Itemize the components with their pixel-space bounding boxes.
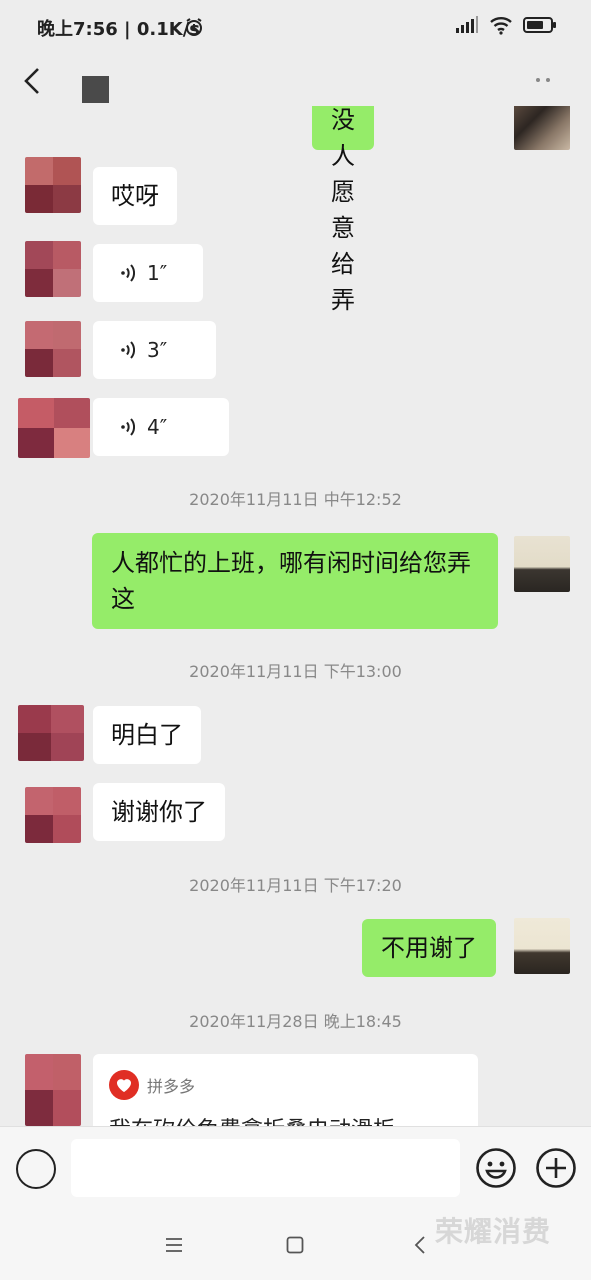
timestamp: 2020年11月11日 中午12:52	[189, 490, 402, 509]
home-icon	[286, 1236, 304, 1254]
system-nav-bar: 荣耀消费	[0, 1210, 591, 1280]
watermark: 荣耀消费	[434, 1215, 551, 1248]
emoji-button[interactable]	[475, 1147, 517, 1189]
voice-toggle-icon[interactable]	[16, 1149, 56, 1189]
chevron-left-icon	[24, 68, 39, 94]
avatar[interactable]	[18, 398, 90, 458]
card-app: 拼多多	[109, 1070, 195, 1100]
avatar[interactable]	[25, 787, 81, 843]
battery-icon	[523, 16, 557, 38]
pinduoduo-logo-icon	[109, 1070, 139, 1100]
signal-icon	[455, 16, 479, 38]
menu-button[interactable]	[159, 1230, 189, 1260]
avatar[interactable]	[25, 241, 81, 297]
back-button[interactable]	[14, 60, 50, 102]
voice-duration: 3″	[147, 338, 168, 362]
avatar[interactable]	[18, 705, 84, 761]
voice-duration: 1″	[147, 261, 168, 285]
avatar[interactable]	[514, 536, 570, 592]
system-back-button[interactable]	[405, 1230, 435, 1260]
voice-wave-icon	[121, 418, 135, 436]
more-dots-icon	[536, 78, 540, 82]
menu-icon	[166, 1238, 182, 1252]
message-input[interactable]	[71, 1139, 460, 1197]
avatar[interactable]	[514, 918, 570, 974]
alarm-icon	[184, 17, 204, 41]
message-bubble[interactable]: 哎呀	[93, 167, 177, 225]
home-button[interactable]	[280, 1230, 310, 1260]
avatar[interactable]	[25, 1054, 81, 1126]
message-bubble[interactable]: 人都忙的上班，哪有闲时间给您弄这	[92, 533, 498, 629]
card-app-name: 拼多多	[147, 1077, 196, 1096]
back-icon	[414, 1236, 425, 1254]
input-bar	[0, 1126, 591, 1210]
more-button[interactable]	[528, 70, 558, 90]
emoji-icon	[476, 1148, 516, 1188]
wifi-icon	[489, 15, 513, 39]
voice-wave-icon	[121, 264, 135, 282]
message-bubble[interactable]: 不用谢了	[362, 919, 496, 977]
avatar[interactable]	[25, 321, 81, 377]
status-time: 晚上7:56 | 0.1K/s	[37, 19, 201, 40]
plus-icon	[536, 1148, 576, 1188]
message-bubble[interactable]: 谢谢你了	[93, 783, 225, 841]
timestamp: 2020年11月11日 下午13:00	[189, 662, 402, 681]
plus-button[interactable]	[535, 1147, 577, 1189]
status-bar: 晚上7:56 | 0.1K/s	[0, 0, 591, 56]
voice-message[interactable]: 3″	[93, 321, 216, 379]
timestamp: 2020年11月28日 晚上18:45	[189, 1012, 402, 1031]
avatar[interactable]	[25, 157, 81, 213]
chat-title	[82, 76, 109, 103]
message-bubble[interactable]: 明白了	[93, 706, 201, 764]
timestamp: 2020年11月11日 下午17:20	[189, 876, 402, 895]
voice-message[interactable]: 4″	[93, 398, 229, 456]
voice-message[interactable]: 1″	[93, 244, 203, 302]
voice-wave-icon	[121, 341, 135, 359]
voice-duration: 4″	[147, 415, 168, 439]
